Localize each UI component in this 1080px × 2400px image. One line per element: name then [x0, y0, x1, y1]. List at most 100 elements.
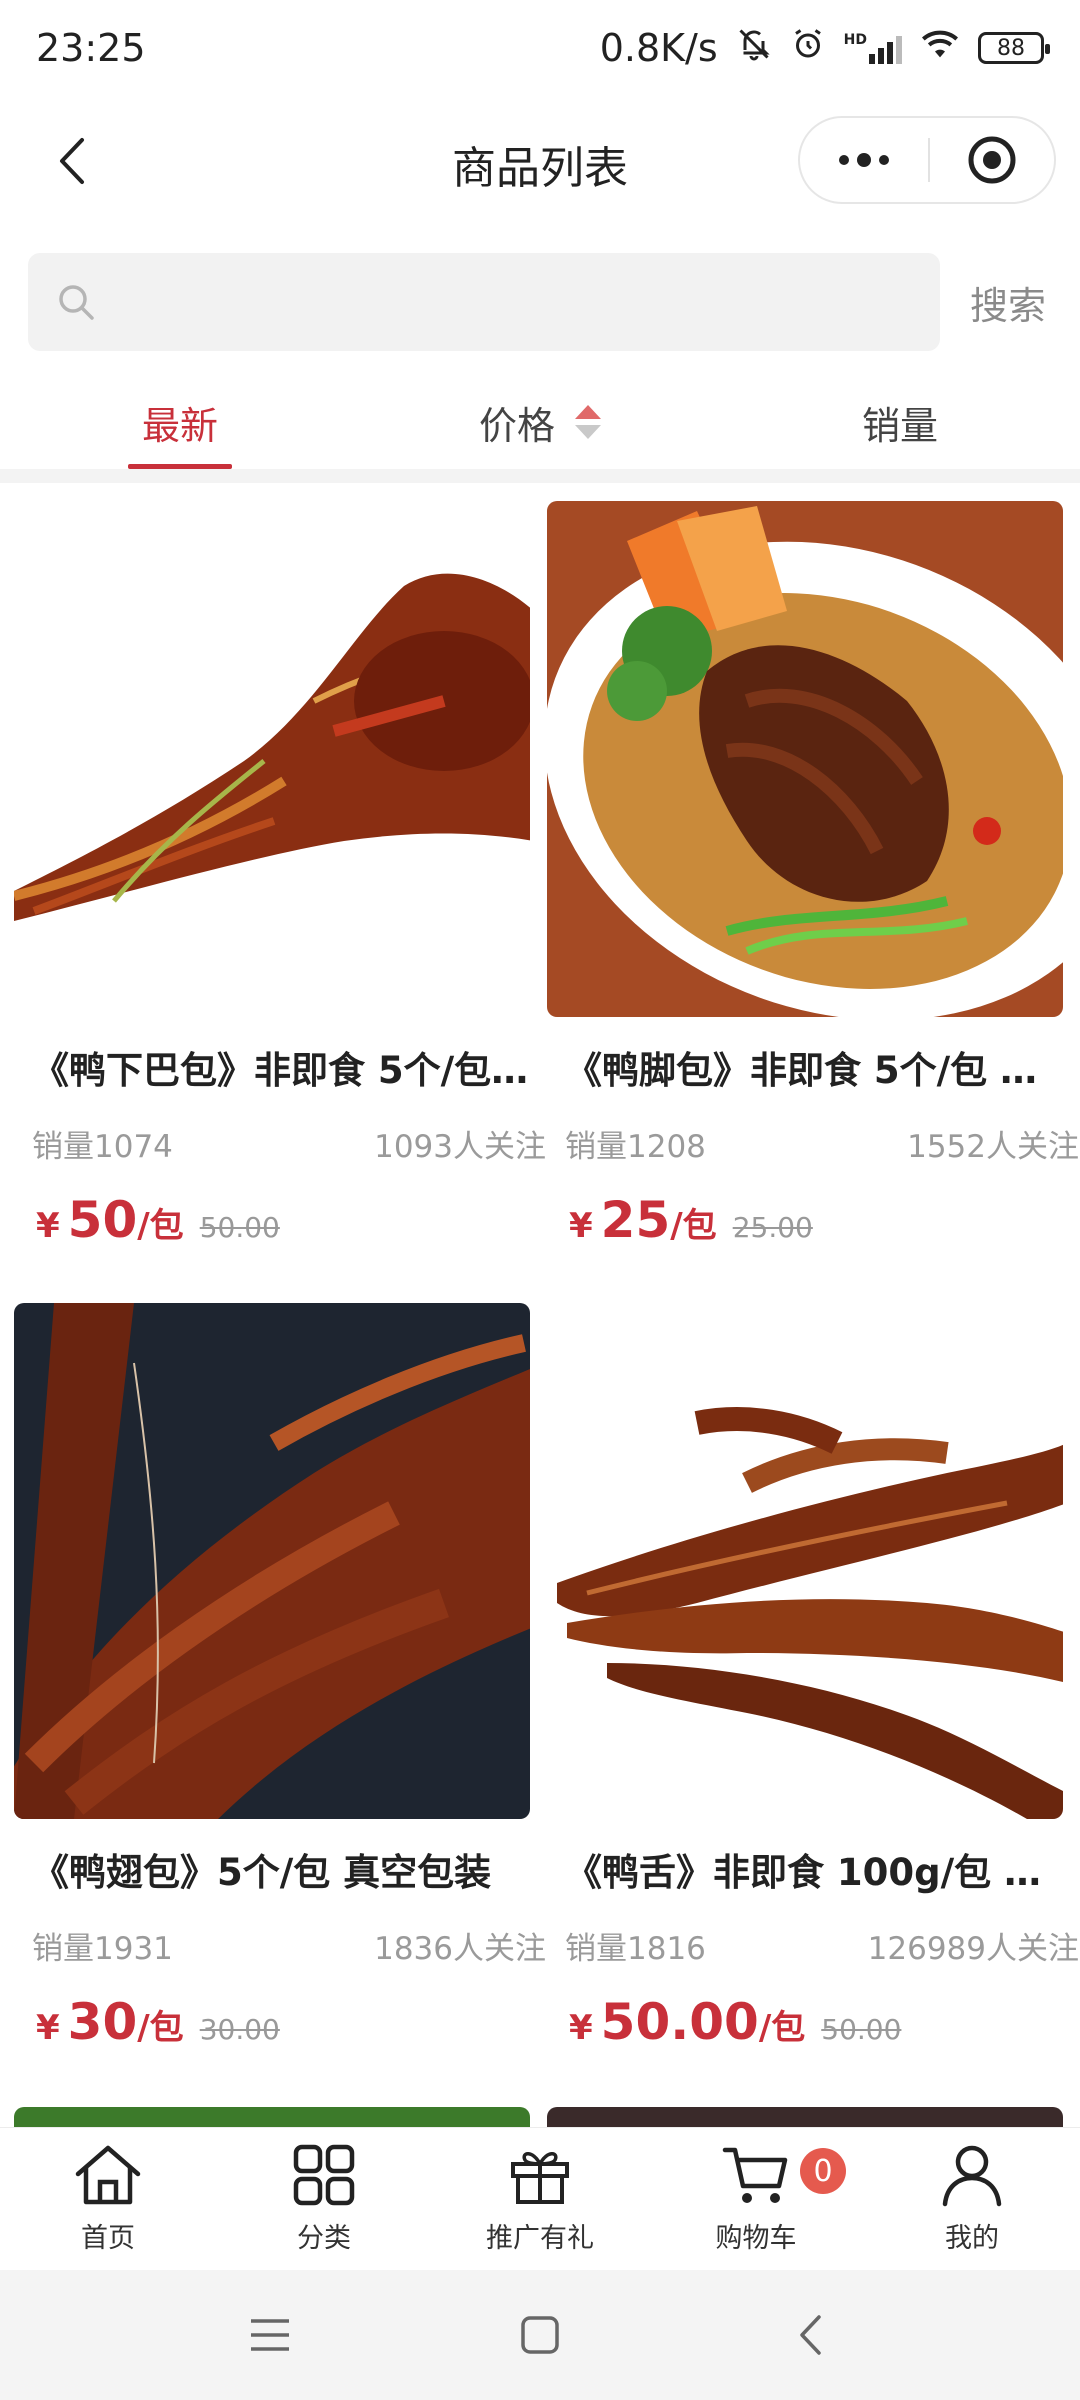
product-image[interactable] — [547, 1303, 1063, 1819]
status-bar: 23:25 0.8K/s HD 88 — [0, 0, 1080, 96]
home-system-button[interactable] — [405, 2270, 675, 2400]
product-title[interactable]: 《鸭翅包》5个/包 真空包装 — [14, 1837, 530, 1909]
price-amount: 50 — [67, 1191, 138, 1249]
tabbar-label: 分类 — [297, 2223, 351, 2254]
mini-program-capsule — [798, 116, 1056, 204]
home-icon — [75, 2145, 141, 2205]
product-image[interactable] — [547, 501, 1063, 1017]
battery-icon: 88 — [978, 32, 1050, 64]
price-amount: 50.00 — [600, 1993, 759, 2051]
product-meta: 销量1931 1836人关注 — [14, 1913, 546, 1985]
product-card[interactable]: 《鸭下巴包》非即食 5个/包 真空包装 销量1074 1093人关注 ¥ 50 … — [14, 501, 546, 1271]
nav-bar: 商品列表 — [0, 96, 1080, 226]
product-image[interactable] — [14, 1303, 530, 1819]
currency-symbol: ¥ — [569, 1206, 593, 1246]
product-sales: 销量1816 — [565, 1931, 706, 1967]
price-amount: 25 — [600, 1191, 671, 1249]
product-card[interactable]: 《鸭翅包》5个/包 真空包装 销量1931 1836人关注 ¥ 30 /包 30… — [14, 1303, 546, 2073]
gift-icon — [511, 2152, 569, 2204]
battery-level: 88 — [997, 35, 1025, 61]
tabbar-label: 推广有礼 — [486, 2223, 594, 2254]
product-title[interactable]: 《鸭下巴包》非即食 5个/包 真空包装 — [14, 1035, 530, 1107]
tabbar-item-mine[interactable]: 我的 — [864, 2128, 1080, 2270]
product-image[interactable] — [547, 2107, 1063, 2127]
wifi-icon — [920, 26, 960, 70]
product-price: ¥ 50 /包 50.00 — [14, 1191, 534, 1271]
product-followers: 1093人关注 — [374, 1129, 546, 1165]
system-navigation-bar — [0, 2270, 1080, 2400]
product-followers: 126989人关注 — [867, 1931, 1079, 1967]
price-unit: /包 — [670, 1206, 717, 1246]
sort-arrows-icon — [575, 405, 601, 439]
cell-signal-icon: HD — [844, 32, 902, 64]
cart-count-badge: 0 — [800, 2148, 846, 2194]
product-card[interactable] — [547, 2107, 1067, 2127]
currency-symbol: ¥ — [36, 1206, 60, 1246]
product-title[interactable]: 《鸭脚包》非即食 5个/包 真空包装 — [547, 1035, 1063, 1107]
product-grid: 《鸭下巴包》非即食 5个/包 真空包装 销量1074 1093人关注 ¥ 50 … — [0, 483, 1080, 2127]
close-miniprogram-button[interactable] — [930, 118, 1054, 202]
currency-symbol: ¥ — [36, 2008, 60, 2048]
product-followers: 1836人关注 — [374, 1931, 546, 1967]
price-unit: /包 — [758, 2008, 806, 2048]
search-input[interactable] — [112, 262, 940, 342]
more-dots-icon — [839, 153, 889, 167]
cart-icon — [722, 2147, 788, 2203]
product-price: ¥ 30 /包 30.00 — [14, 1993, 534, 2073]
product-meta: 销量1816 126989人关注 — [547, 1913, 1079, 1985]
more-button[interactable] — [800, 118, 928, 202]
product-sales: 销量1931 — [32, 1931, 173, 1967]
net-speed: 0.8K/s — [599, 26, 718, 70]
product-meta: 销量1208 1552人关注 — [547, 1111, 1079, 1183]
sort-tabs: 最新 价格 销量 — [0, 375, 1080, 469]
product-image[interactable] — [14, 501, 530, 1017]
original-price: 50.00 — [199, 1211, 280, 1244]
product-card[interactable] — [14, 2107, 534, 2127]
square-icon — [521, 2316, 559, 2354]
product-card[interactable]: 《鸭脚包》非即食 5个/包 真空包装 销量1208 1552人关注 ¥ 25 /… — [547, 501, 1079, 1271]
product-title[interactable]: 《鸭舌》非即食 100g/包 真空包装 — [547, 1837, 1063, 1909]
bottom-tab-bar: 首页 分类 推广有礼 0 购物车 我的 — [0, 2127, 1080, 2270]
tab-newest[interactable]: 最新 — [0, 375, 360, 469]
tabbar-item-cart[interactable]: 0 购物车 — [648, 2128, 864, 2270]
product-sales: 销量1074 — [32, 1129, 173, 1165]
tabbar-item-home[interactable]: 首页 — [0, 2128, 216, 2270]
alarm-icon — [790, 26, 826, 71]
status-icons: 0.8K/s HD 88 — [599, 26, 1050, 71]
search-row: 搜索 — [28, 252, 1058, 352]
status-time: 23:25 — [36, 26, 146, 70]
search-icon — [59, 285, 94, 320]
back-arrow-icon — [800, 2315, 821, 2355]
product-card[interactable]: 《鸭舌》非即食 100g/包 真空包装 销量1816 126989人关注 ¥ 5… — [547, 1303, 1079, 2073]
tab-label: 最新 — [141, 403, 218, 448]
hd-label: HD — [843, 32, 867, 48]
product-price: ¥ 25 /包 25.00 — [547, 1191, 1067, 1271]
user-icon — [942, 2145, 1002, 2207]
search-box[interactable] — [28, 253, 940, 351]
original-price: 25.00 — [732, 1211, 813, 1244]
price-unit: /包 — [137, 2008, 184, 2048]
product-image[interactable] — [14, 2107, 530, 2127]
back-system-button[interactable] — [675, 2270, 945, 2400]
product-sales: 销量1208 — [565, 1129, 706, 1165]
tabbar-item-promo[interactable]: 推广有礼 — [432, 2128, 648, 2270]
mute-bell-icon — [736, 26, 772, 71]
tab-price[interactable]: 价格 — [360, 375, 720, 469]
original-price: 50.00 — [821, 2013, 902, 2046]
recent-apps-button[interactable] — [135, 2270, 405, 2400]
search-button[interactable]: 搜索 — [970, 275, 1046, 330]
product-price: ¥ 50.00 /包 50.00 — [547, 1993, 1067, 2073]
product-meta: 销量1074 1093人关注 — [14, 1111, 546, 1183]
price-amount: 30 — [67, 1993, 138, 2051]
section-separator — [0, 469, 1080, 483]
currency-symbol: ¥ — [569, 2008, 593, 2048]
tab-label: 价格 — [478, 403, 555, 448]
tabbar-label: 购物车 — [715, 2223, 797, 2254]
tabbar-label: 首页 — [81, 2223, 135, 2254]
tab-sales[interactable]: 销量 — [720, 375, 1080, 469]
original-price: 30.00 — [199, 2013, 280, 2046]
product-followers: 1552人关注 — [907, 1129, 1079, 1165]
tabbar-item-category[interactable]: 分类 — [216, 2128, 432, 2270]
tab-label: 销量 — [861, 403, 938, 448]
target-icon — [968, 136, 1016, 184]
